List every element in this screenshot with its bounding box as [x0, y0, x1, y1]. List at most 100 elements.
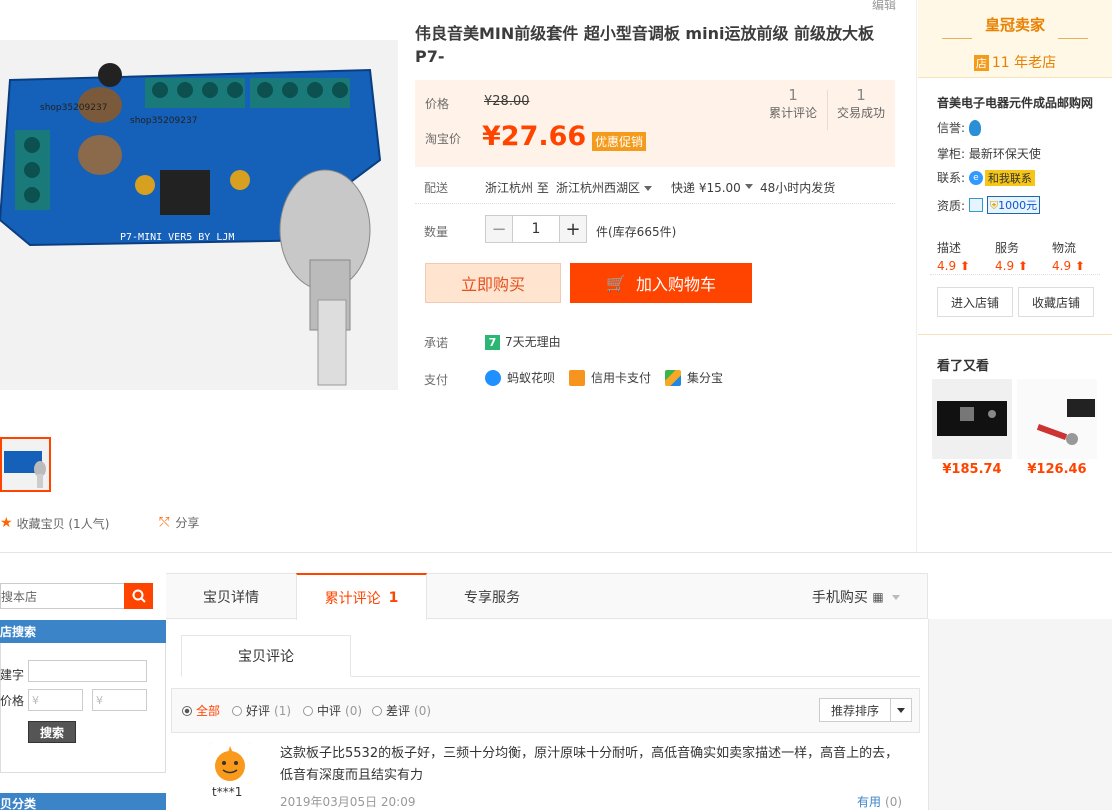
express-fee: 快递 ¥15.00 — [671, 181, 741, 195]
tab-item-reviews[interactable]: 宝贝评论 — [181, 635, 351, 677]
filter-all[interactable]: 全部 — [182, 702, 220, 719]
watermark: shop35209237 — [40, 103, 107, 113]
price-label: 价格 — [425, 97, 450, 111]
current-price-value: 27.66 — [500, 121, 587, 152]
shop-age-label: 11 年老店 — [991, 55, 1057, 71]
useful-button[interactable]: 有用 (0) — [857, 793, 902, 810]
avatar-image — [209, 742, 251, 784]
quantity-stepper: − 1 + — [485, 215, 587, 243]
stock-text: 件(库存665件) — [596, 225, 677, 239]
useful-count: (0) — [885, 795, 903, 809]
crown-seller-label: 皇冠卖家 — [984, 16, 1045, 34]
quantity-plus-button[interactable]: + — [560, 216, 586, 242]
contact-button[interactable]: 和我联系 — [984, 169, 1035, 186]
qrcode-icon: ▦ — [872, 590, 884, 604]
side-search-button[interactable]: 搜索 — [28, 721, 76, 743]
star-icon: ★ — [0, 515, 13, 531]
filter-count: (0) — [345, 703, 363, 718]
detail-tabbar: 宝贝详情 累计评论 1 专享服务 手机购买 ▦ — [166, 573, 928, 620]
reviews-count: 1 — [788, 86, 798, 104]
share-item[interactable]: ⤲ 分享 — [159, 514, 199, 531]
buy-now-button[interactable]: 立即购买 — [425, 263, 561, 303]
rating-value: 4.9 ⬆ — [995, 259, 1028, 273]
keeper-row: 掌柜: 最新环保天使 — [937, 145, 1041, 162]
add-to-cart-label: 加入购物车 — [635, 275, 716, 294]
payment-methods: 蚂蚁花呗 信用卡支付 集分宝 — [485, 369, 737, 386]
related-item-image[interactable] — [1017, 379, 1097, 459]
tab-service[interactable]: 专享服务 — [427, 574, 557, 620]
search-icon — [132, 589, 146, 603]
tab-mobile-buy[interactable]: 手机购买 ▦ — [796, 574, 916, 620]
credit-row: 信誉: — [937, 119, 982, 136]
sort-dropdown[interactable] — [890, 698, 912, 722]
original-price: ¥28.00 — [484, 94, 530, 109]
filter-label: 好评 — [246, 704, 271, 718]
payment-method-label: 蚂蚁花呗 — [507, 371, 556, 385]
rating-label: 服务 — [995, 241, 1020, 255]
shield-icon: ⛨ — [989, 199, 999, 212]
shop-search-input[interactable]: 搜本店 — [0, 583, 124, 609]
payment-huabei[interactable]: 蚂蚁花呗 — [485, 369, 555, 386]
review-text: 这款板子比5532的板子好，三频十分均衡，原汁原味十分耐听，高低音确实如卖家描述… — [280, 746, 899, 783]
current-price: ¥27.66 — [482, 121, 586, 152]
sales-stat: 1 交易成功 — [833, 86, 889, 121]
sort-button[interactable]: 推荐排序 — [819, 698, 891, 722]
radio-icon — [303, 705, 313, 716]
filter-positive[interactable]: 好评 (1) — [232, 702, 291, 719]
promo-tag[interactable]: 优惠促销 — [592, 132, 647, 151]
related-item-thumbnail — [932, 379, 1012, 459]
qualification-label: 资质: — [937, 198, 966, 213]
payment-credit-card[interactable]: 信用卡支付 — [569, 369, 651, 386]
rating-label: 物流 — [1052, 241, 1077, 255]
search-button[interactable] — [124, 583, 153, 609]
review-date: 2019年03月05日 20:09 — [280, 795, 416, 809]
chevron-down-icon — [644, 186, 653, 191]
product-thumbnail[interactable] — [0, 437, 51, 492]
sales-label: 交易成功 — [836, 106, 885, 120]
promise-item[interactable]: 7 7天无理由 — [485, 333, 561, 350]
collect-shop-button[interactable]: 收藏店铺 — [1018, 287, 1094, 317]
related-item-price[interactable]: ¥126.46 — [1017, 462, 1097, 477]
shop-search-header: 店搜索 — [0, 620, 166, 643]
right-column — [928, 619, 1112, 810]
price-min-input[interactable]: ¥ — [28, 689, 83, 711]
product-title: 伟良音美MIN前级套件 超小型音调板 mini运放前级 前级放大板P7- — [415, 24, 875, 66]
currency-symbol: ¥ — [482, 121, 501, 152]
avatar[interactable] — [209, 742, 251, 784]
delivery-destination[interactable]: 浙江杭州西湖区 — [556, 179, 653, 196]
add-to-cart-button[interactable]: 🛒 加入购物车 — [570, 263, 752, 303]
product-main-image[interactable]: P7-MINI VER5 BY LJM shop35209237 shop352… — [0, 40, 398, 390]
chevron-down-icon — [745, 184, 753, 189]
filter-label: 全部 — [196, 704, 221, 718]
rating-value: 4.9 ⬆ — [1052, 259, 1085, 273]
related-item-image[interactable] — [932, 379, 1012, 459]
thumbnail-image — [2, 439, 49, 490]
id-card-icon[interactable] — [968, 198, 983, 212]
keyword-input[interactable] — [28, 660, 147, 682]
qualification-row: 资质: ⛨1000元 — [937, 196, 1041, 214]
tab-reviews[interactable]: 累计评论 1 — [296, 573, 427, 620]
shop-name[interactable]: 音美电子电器元件成品邮购网 — [937, 94, 1093, 111]
favorite-item[interactable]: ★ 收藏宝贝 (1人气) — [0, 514, 109, 532]
useful-label: 有用 — [857, 795, 882, 809]
filter-neutral[interactable]: 中评 (0) — [303, 702, 362, 719]
chevron-down-icon — [892, 594, 901, 600]
express-dropdown[interactable] — [741, 179, 753, 193]
category-header: 贝分类 — [0, 793, 166, 810]
edit-link[interactable]: 编辑 — [872, 0, 896, 13]
enter-shop-button[interactable]: 进入店铺 — [937, 287, 1013, 317]
filter-negative[interactable]: 差评 (0) — [372, 702, 431, 719]
deposit-badge[interactable]: ⛨1000元 — [986, 196, 1041, 214]
shop-badge-icon: 店 — [973, 55, 989, 71]
quantity-input[interactable]: 1 — [512, 216, 560, 242]
contact-label: 联系: — [937, 171, 966, 185]
tab-detail[interactable]: 宝贝详情 — [166, 574, 296, 620]
payment-jifenbao[interactable]: 集分宝 — [665, 369, 723, 386]
quantity-minus-button[interactable]: − — [486, 216, 512, 242]
price-max-input[interactable]: ¥ — [92, 689, 147, 711]
related-item-price[interactable]: ¥185.74 — [932, 462, 1012, 477]
keeper-name[interactable]: 最新环保天使 — [969, 145, 1041, 162]
share-label: 分享 — [175, 516, 200, 530]
crown-seller-title: 皇冠卖家 — [918, 14, 1112, 39]
reviews-stat[interactable]: 1 累计评论 — [765, 86, 821, 121]
